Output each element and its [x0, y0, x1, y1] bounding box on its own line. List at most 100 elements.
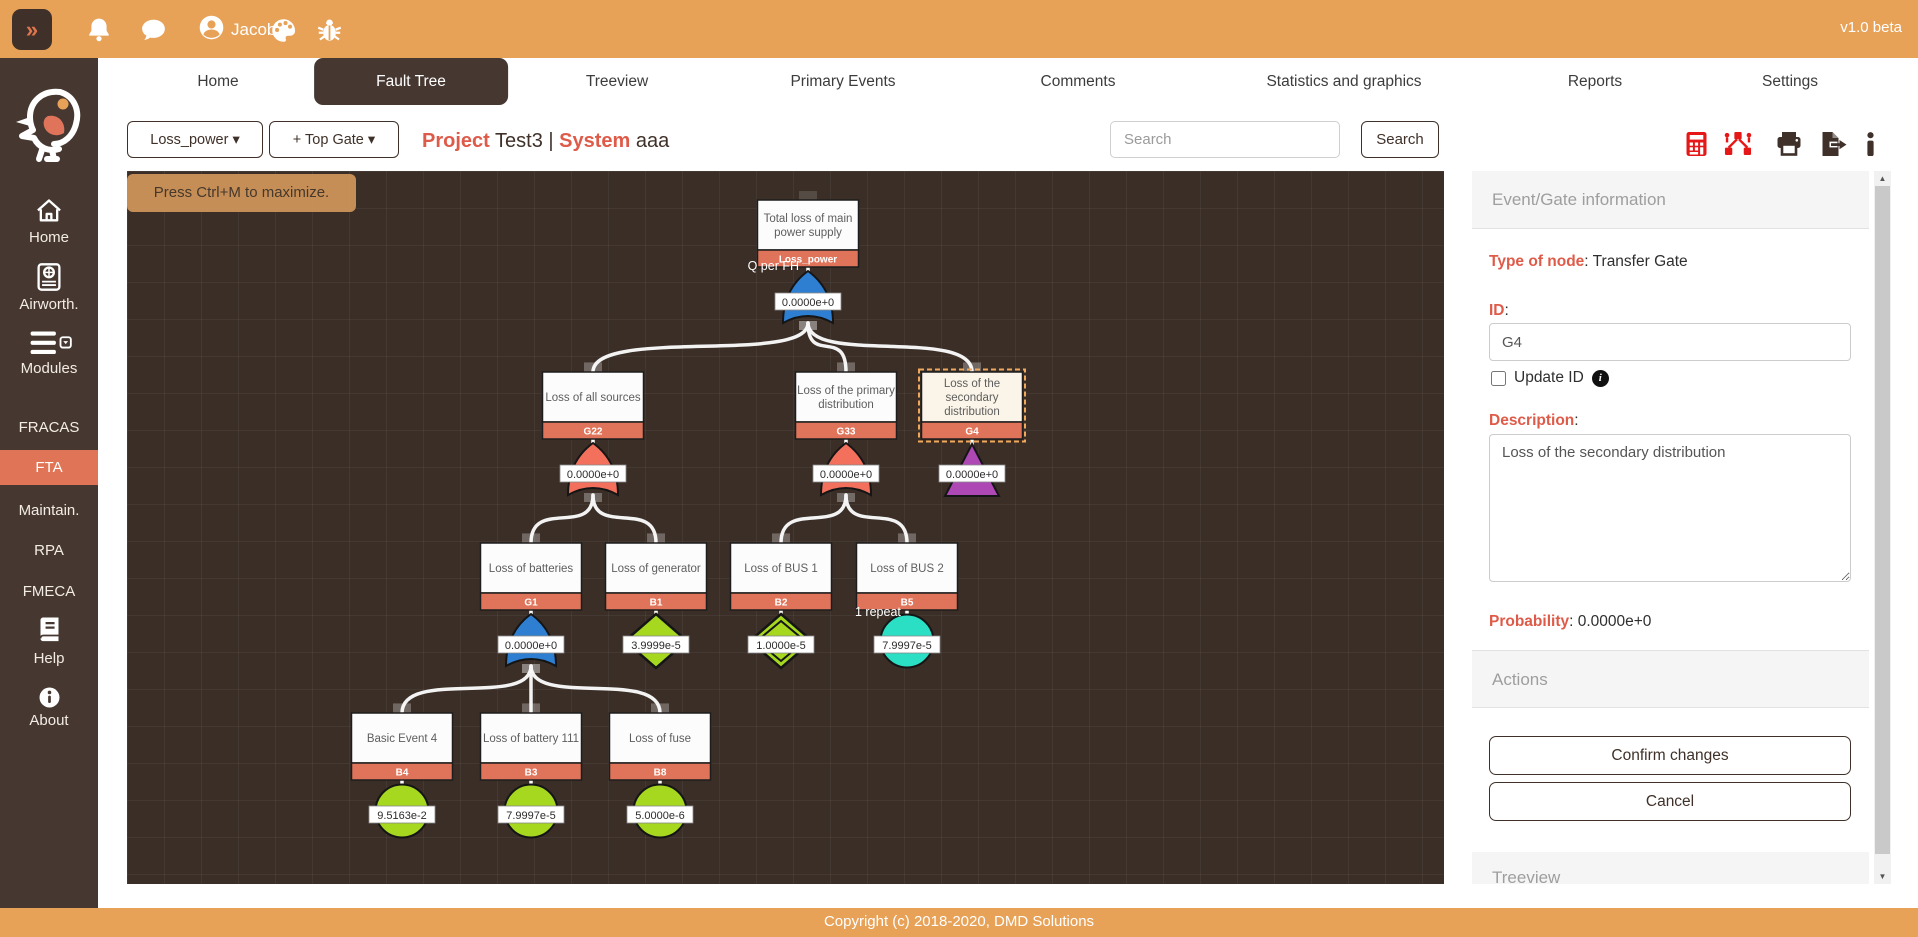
fault-tree-diagram: Loss_powerTotal loss of mainpower supply… [127, 171, 1444, 884]
svg-text:0.0000e+0: 0.0000e+0 [782, 297, 834, 309]
sidebar-item-rpa[interactable]: RPA [0, 542, 98, 559]
tree-node-G4[interactable]: G4Loss of thesecondarydistribution0.0000… [919, 370, 1025, 497]
footer-copyright: Copyright (c) 2018-2020, DMD Solutions [0, 908, 1918, 937]
sidebar-item-airworthiness[interactable]: Airworth. [0, 262, 98, 313]
svg-text:9.5163e-2: 9.5163e-2 [377, 810, 427, 822]
tree-node-G33[interactable]: G33Loss of the primarydistribution0.0000… [796, 372, 897, 495]
id-input[interactable] [1489, 323, 1851, 361]
scrollbar-thumb[interactable] [1875, 186, 1890, 854]
tab-home[interactable]: Home [197, 58, 238, 105]
svg-text:Basic Event 4: Basic Event 4 [367, 733, 438, 745]
print-icon[interactable] [1776, 132, 1802, 161]
cancel-button[interactable]: Cancel [1489, 782, 1851, 821]
description-label: Description: [1489, 412, 1579, 430]
app-logo-bird [14, 86, 84, 164]
modules-icon [26, 343, 72, 360]
info-circle-icon[interactable]: i [1592, 370, 1609, 387]
svg-text:G4: G4 [965, 427, 979, 438]
confirm-changes-button[interactable]: Confirm changes [1489, 736, 1851, 775]
palette-icon[interactable] [270, 17, 296, 43]
treeview-header: Treeview [1472, 852, 1869, 884]
file-export-icon[interactable] [1820, 132, 1847, 161]
sidebar-item-fmeca[interactable]: FMECA [0, 583, 98, 600]
module-tab-bar: Home Fault Tree Treeview Primary Events … [98, 58, 1918, 105]
svg-text:Loss of BUS 2: Loss of BUS 2 [870, 563, 944, 575]
update-id-row: Update ID i [1491, 369, 1609, 387]
svg-text:G22: G22 [584, 427, 603, 438]
search-input[interactable] [1110, 121, 1340, 158]
svg-text:G1: G1 [524, 598, 538, 609]
bug-icon[interactable] [316, 17, 342, 43]
chat-icon[interactable] [140, 17, 166, 43]
tab-treeview[interactable]: Treeview [586, 58, 648, 105]
maximize-tooltip: Press Ctrl+M to maximize. [127, 174, 356, 212]
id-label: ID: [1489, 302, 1509, 320]
probability-row: Probability: 0.0000e+0 [1489, 613, 1651, 631]
sidebar-item-label: FTA [0, 459, 98, 476]
tree-node-B2[interactable]: B2Loss of BUS 11.0000e-5 [731, 543, 832, 668]
update-id-checkbox[interactable] [1491, 371, 1506, 386]
sidebar-item-label: Modules [0, 360, 98, 377]
tree-select-dropdown[interactable]: Loss_power ▾ [127, 121, 263, 158]
update-id-label: Update ID [1514, 369, 1584, 387]
project-diagram-icon[interactable] [1724, 132, 1752, 161]
svg-text:Loss of the primary: Loss of the primary [797, 385, 895, 397]
tab-primary-events[interactable]: Primary Events [790, 58, 895, 105]
scroll-down-arrow[interactable]: ▼ [1874, 869, 1891, 884]
user-icon [198, 14, 225, 46]
sidebar-item-label: FMECA [0, 583, 98, 600]
sidebar-item-label: FRACAS [0, 419, 98, 436]
fault-tree-toolbar: Loss_power ▾ + Top Gate ▾ Project Test3 … [98, 105, 1918, 171]
tree-node-B4[interactable]: B4 Basic Event 4 9.5163e-2 [352, 713, 453, 838]
tab-statistics-and-graphics[interactable]: Statistics and graphics [1266, 58, 1421, 105]
sidebar-item-fracas[interactable]: FRACAS [0, 419, 98, 436]
sidebar-item-help[interactable]: Help [0, 616, 98, 667]
tree-node-G1[interactable]: G1Loss of batteries0.0000e+0 [481, 543, 582, 666]
search-button[interactable]: Search [1361, 121, 1439, 158]
svg-text:0.0000e+0: 0.0000e+0 [820, 469, 872, 481]
tree-node-B8[interactable]: B8Loss of fuse5.0000e-6 [610, 713, 711, 838]
sidebar-collapse-button[interactable]: » [12, 9, 52, 50]
tab-settings[interactable]: Settings [1762, 58, 1818, 105]
about-icon [39, 695, 60, 712]
calculator-icon[interactable] [1686, 132, 1707, 161]
type-of-node-row: Type of node: Transfer Gate [1489, 253, 1688, 271]
tab-comments[interactable]: Comments [1041, 58, 1116, 105]
svg-text:distribution: distribution [818, 399, 874, 411]
svg-text:Loss of BUS 1: Loss of BUS 1 [744, 563, 818, 575]
tab-fault-tree[interactable]: Fault Tree [314, 58, 508, 105]
tab-reports[interactable]: Reports [1568, 58, 1622, 105]
tree-node-Loss_power[interactable]: Loss_powerTotal loss of mainpower supply… [748, 200, 859, 323]
svg-text:B3: B3 [525, 768, 538, 779]
node-annotation: Q per FH [748, 259, 799, 273]
sidebar-item-fta[interactable]: FTA [0, 450, 98, 485]
tree-node-B3[interactable]: B3Loss of battery 1117.9997e-5 [481, 713, 582, 838]
svg-text:7.9997e-5: 7.9997e-5 [882, 640, 932, 652]
description-textarea[interactable]: Loss of the secondary distribution [1489, 434, 1851, 582]
event-gate-information-header: Event/Gate information [1472, 171, 1869, 229]
svg-text:0.0000e+0: 0.0000e+0 [567, 469, 619, 481]
panel-scrollbar[interactable]: ▲ ▼ [1874, 171, 1891, 884]
add-top-gate-dropdown[interactable]: + Top Gate ▾ [269, 121, 399, 158]
sidebar-item-home[interactable]: Home [0, 197, 98, 246]
top-bar: » Jacob ▾ v1.0 beta [0, 0, 1918, 58]
fault-tree-canvas[interactable]: Loss_powerTotal loss of mainpower supply… [127, 171, 1444, 884]
svg-text:7.9997e-5: 7.9997e-5 [506, 810, 556, 822]
tree-node-B5[interactable]: B5Loss of BUS 27.9997e-51 repeat [855, 543, 958, 668]
sidebar: Home Airworth. Modules FRACAS FTA Mainta… [0, 58, 98, 908]
tree-node-G22[interactable]: G22 Loss of all sources 0.0000e+0 [543, 372, 644, 495]
svg-text:Loss of all sources: Loss of all sources [545, 392, 640, 404]
event-gate-panel: Event/Gate information Type of node: Tra… [1472, 171, 1869, 884]
tree-node-B1[interactable]: B1Loss of generator3.9999e-5 [606, 543, 707, 668]
svg-text:0.0000e+0: 0.0000e+0 [505, 640, 557, 652]
sidebar-item-modules[interactable]: Modules [0, 330, 98, 377]
page-title: Project Test3 | System aaa [422, 130, 669, 153]
svg-text:5.0000e-6: 5.0000e-6 [635, 810, 685, 822]
sidebar-item-about[interactable]: About [0, 687, 98, 729]
bell-icon[interactable] [86, 17, 112, 43]
sidebar-item-maintain[interactable]: Maintain. [0, 502, 98, 519]
svg-text:B5: B5 [901, 598, 914, 609]
scroll-up-arrow[interactable]: ▲ [1874, 171, 1891, 186]
info-icon[interactable] [1866, 132, 1875, 161]
svg-text:B4: B4 [396, 768, 409, 779]
